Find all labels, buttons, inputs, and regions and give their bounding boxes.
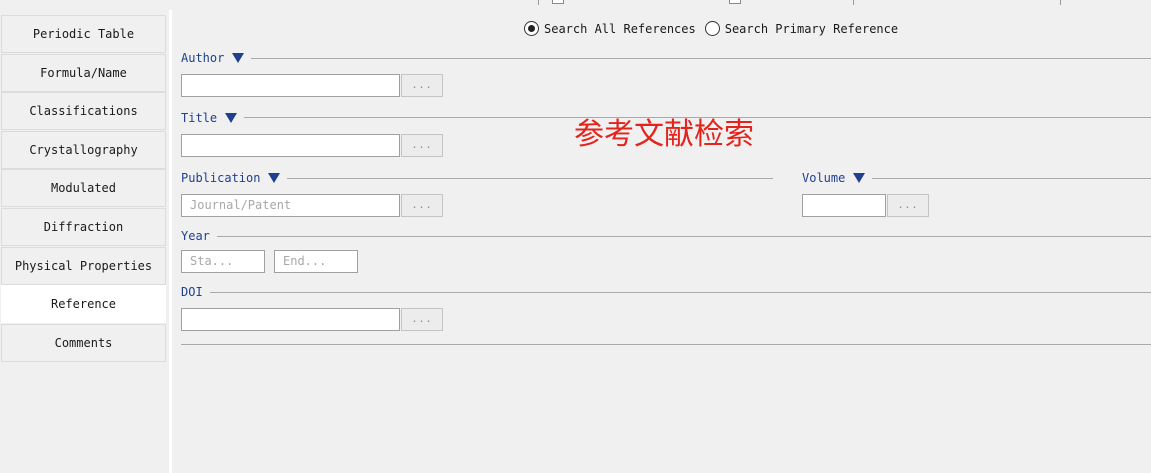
sidebar-item-reference[interactable]: Reference (1, 285, 166, 323)
search-scope-group: Search All References Search Primary Ref… (524, 21, 907, 36)
toolbar-separator (853, 0, 854, 5)
category-sidebar: Periodic Table Formula/Name Classificati… (0, 11, 167, 473)
title-label: Title (181, 111, 218, 125)
sidebar-item-modulated[interactable]: Modulated (1, 169, 166, 207)
sidebar-item-periodic-table[interactable]: Periodic Table (1, 15, 166, 53)
publication-label: Publication (181, 171, 261, 185)
year-end-input[interactable]: End... (274, 250, 358, 273)
toolbar-checkbox-partial[interactable] (552, 0, 564, 4)
reference-search-panel: Search All References Search Primary Ref… (172, 11, 1151, 473)
section-divider (181, 292, 1151, 293)
watermark-annotation: 参考文献检索 (574, 117, 754, 152)
radio-selected-icon (524, 21, 539, 36)
doi-input[interactable] (181, 308, 400, 331)
doi-label: DOI (181, 285, 203, 299)
year-start-input[interactable]: Sta... (181, 250, 265, 273)
radio-label: Search Primary Reference (724, 21, 899, 36)
section-divider (181, 236, 1151, 237)
radio-search-primary-reference[interactable]: Search Primary Reference (704, 21, 899, 36)
publication-section-toggle[interactable]: Publication (181, 171, 288, 185)
author-section-toggle[interactable]: Author (181, 51, 252, 65)
publication-input[interactable]: Journal/Patent (181, 194, 400, 217)
section-divider (872, 178, 1151, 179)
sidebar-item-label: Reference (50, 297, 117, 311)
sidebar-item-label: Classifications (29, 104, 138, 118)
toolbar-separator (538, 0, 539, 5)
radio-unselected-icon (704, 21, 720, 36)
sidebar-item-label: Periodic Table (32, 27, 135, 41)
sidebar-item-label: Modulated (50, 181, 117, 195)
author-input[interactable] (181, 74, 400, 97)
toolbar-separator (1060, 0, 1061, 5)
radio-label: Search All References (544, 21, 696, 36)
volume-input[interactable] (802, 194, 886, 217)
sidebar-item-formula-name[interactable]: Formula/Name (1, 54, 166, 92)
sidebar-item-label: Diffraction (43, 220, 124, 234)
year-section-label: Year (181, 229, 217, 243)
volume-section-toggle[interactable]: Volume (802, 171, 873, 185)
author-browse-button[interactable]: ... (401, 74, 443, 97)
sidebar-item-diffraction[interactable]: Diffraction (1, 208, 166, 246)
triangle-down-icon (853, 173, 866, 183)
triangle-down-icon (268, 173, 281, 183)
sidebar-item-label: Formula/Name (40, 66, 127, 80)
title-section-toggle[interactable]: Title (181, 111, 245, 125)
sidebar-item-physical-properties[interactable]: Physical Properties (1, 247, 166, 285)
toolbar-checkbox-partial[interactable] (729, 0, 741, 4)
section-divider (181, 344, 1151, 345)
sidebar-item-comments[interactable]: Comments (1, 324, 166, 362)
doi-browse-button[interactable]: ... (401, 308, 443, 331)
title-input[interactable] (181, 134, 400, 157)
year-label: Year (181, 229, 210, 243)
volume-label: Volume (802, 171, 846, 185)
volume-browse-button[interactable]: ... (887, 194, 929, 217)
sidebar-item-label: Physical Properties (14, 259, 153, 273)
radio-search-all-references[interactable]: Search All References (524, 21, 696, 36)
publication-browse-button[interactable]: ... (401, 194, 443, 217)
triangle-down-icon (225, 113, 238, 123)
author-label: Author (181, 51, 225, 65)
section-divider (181, 58, 1151, 59)
triangle-down-icon (232, 53, 245, 63)
sidebar-item-label: Crystallography (29, 143, 138, 157)
title-browse-button[interactable]: ... (401, 134, 443, 157)
sidebar-item-crystallography[interactable]: Crystallography (1, 131, 166, 169)
top-toolbar-strip (0, 0, 1151, 9)
sidebar-item-classifications[interactable]: Classifications (1, 92, 166, 130)
sidebar-item-label: Comments (54, 336, 113, 350)
doi-section-label: DOI (181, 285, 210, 299)
